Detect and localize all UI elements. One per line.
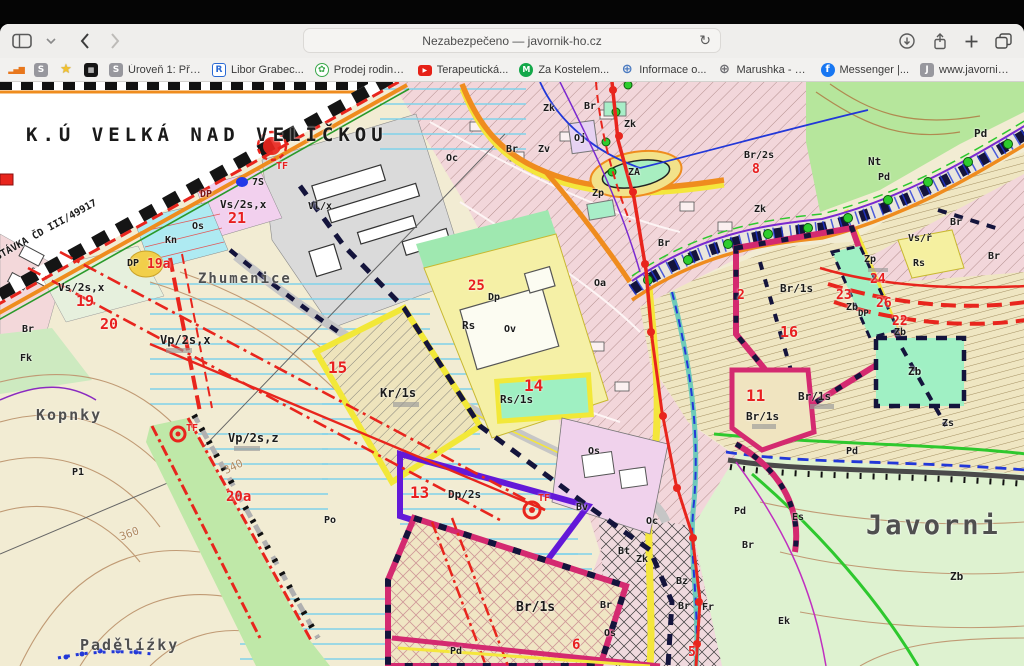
back-button[interactable]	[80, 33, 90, 49]
bookmark-label: Libor Grabec...	[231, 64, 304, 76]
bookmarks-bar: Úroveň 1: Přít... Libor Grabec... Prodej r…	[0, 58, 1024, 82]
bookmark-label: Úroveň 1: Přít...	[128, 64, 201, 76]
bookmark-item[interactable]	[9, 63, 23, 77]
star-icon	[59, 63, 73, 77]
s-badge-icon	[109, 63, 123, 77]
zone-14	[497, 375, 592, 421]
bookmark-label: Informace o...	[639, 64, 706, 76]
bookmark-item[interactable]: Marushka - 0...	[718, 63, 810, 77]
bookmark-item[interactable]: Libor Grabec...	[212, 63, 304, 77]
bookmark-item[interactable]	[34, 63, 48, 77]
new-tab-icon[interactable]	[965, 35, 978, 48]
bookmark-label: www.javornik...	[939, 64, 1012, 76]
bw-logo-icon	[84, 63, 98, 77]
bookmark-label: Marushka - 0...	[737, 64, 810, 76]
bookmark-item[interactable]	[84, 63, 98, 77]
youtube-icon	[418, 65, 432, 76]
r-badge-icon	[212, 63, 226, 77]
browser-toolbar: Nezabezpečeno — javornik-ho.cz ↻	[0, 24, 1024, 58]
javornik-green-area	[690, 454, 1024, 666]
map-viewport[interactable]: K.Ú VELKÁ NAD VELIČKOUSTÁVKA ČD III/4991…	[0, 82, 1024, 666]
bookmark-item[interactable]: Messenger |...	[821, 63, 910, 77]
bookmark-item[interactable]: Prodej rodinn...	[315, 63, 407, 77]
reload-icon[interactable]: ↻	[699, 32, 711, 49]
bookmark-label: Prodej rodinn...	[334, 64, 407, 76]
m-badge-icon	[519, 63, 533, 77]
bookmark-item[interactable]	[59, 63, 73, 77]
bookmark-item[interactable]: Terapeutická...	[418, 64, 509, 76]
bookmark-item[interactable]: Za Kostelem...	[519, 63, 609, 77]
bookmark-item[interactable]: Informace o...	[620, 63, 706, 77]
chevron-down-icon[interactable]	[46, 38, 56, 45]
station-7s-dot	[236, 177, 248, 187]
sidebar-icon[interactable]	[12, 33, 32, 49]
bookmark-label: Messenger |...	[840, 64, 910, 76]
screen: Nezabezpečeno — javornik-ho.cz ↻ Úroveň	[0, 0, 1024, 666]
share-icon[interactable]	[932, 33, 948, 50]
red-map-marker	[0, 174, 13, 185]
address-text: Nezabezpečeno — javornik-ho.cz	[422, 34, 601, 48]
address-bar[interactable]: Nezabezpečeno — javornik-ho.cz ↻	[303, 28, 721, 53]
globe2-icon	[718, 63, 732, 77]
j-badge-icon	[920, 63, 934, 77]
bookmark-label: Terapeutická...	[437, 64, 509, 76]
desktop-background	[0, 0, 1024, 24]
safari-window: Nezabezpečeno — javornik-ho.cz ↻ Úroveň	[0, 24, 1024, 666]
globe-icon	[620, 63, 634, 77]
bookmark-item[interactable]: www.javornik...	[920, 63, 1012, 77]
map-canvas	[0, 82, 1024, 666]
analytics-icon	[9, 63, 23, 77]
flower-icon	[315, 63, 329, 77]
forward-button[interactable]	[110, 33, 120, 49]
facebook-icon	[821, 63, 835, 77]
tab-overview-icon[interactable]	[995, 33, 1012, 49]
bookmark-item[interactable]: Úroveň 1: Přít...	[109, 63, 201, 77]
bookmark-label: Za Kostelem...	[538, 64, 609, 76]
s-badge-icon	[34, 63, 48, 77]
downloads-icon[interactable]	[899, 33, 915, 49]
